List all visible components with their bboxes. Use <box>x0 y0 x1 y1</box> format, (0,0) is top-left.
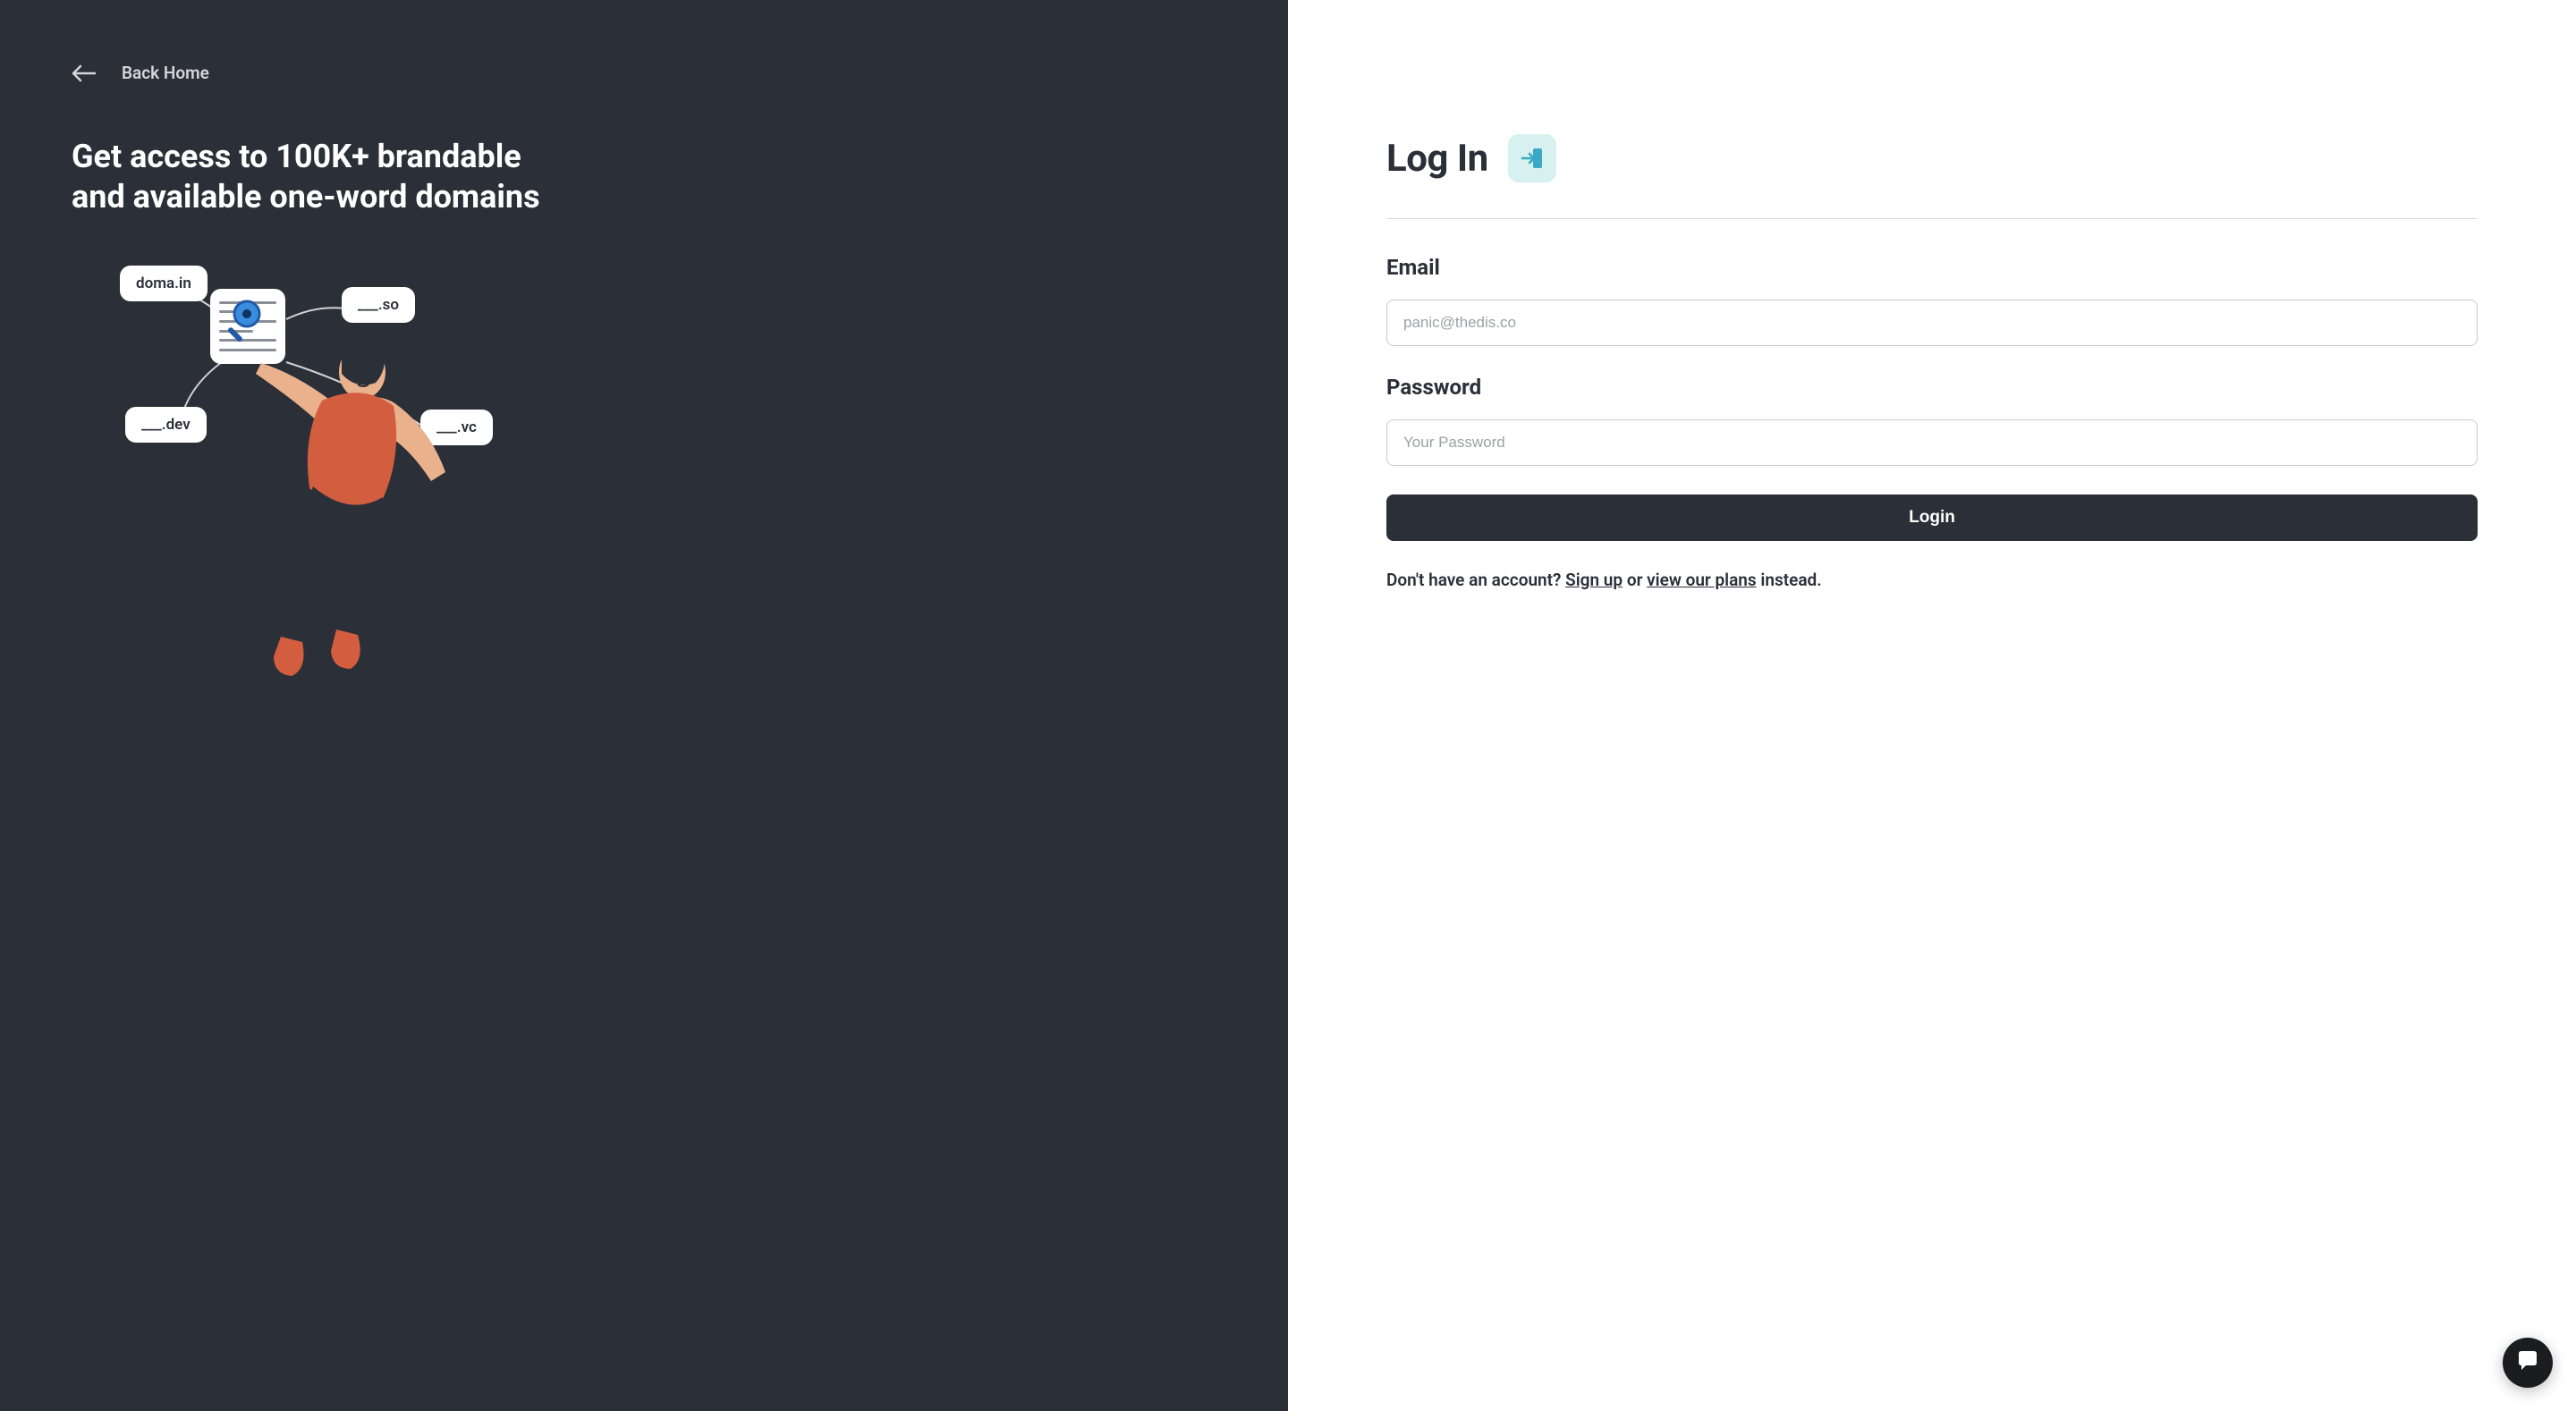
left-panel: Back Home Get access to 100K+ brandable … <box>0 0 1288 1411</box>
back-home-label: Back Home <box>122 63 209 83</box>
signup-suffix: instead. <box>1757 570 1822 590</box>
signup-row: Don't have an account? Sign up or view o… <box>1386 570 2478 590</box>
person-illustration <box>224 338 456 714</box>
hero-illustration: doma.in ___.so ___.dev ___.vc <box>72 253 537 718</box>
login-icon <box>1508 134 1556 182</box>
email-input[interactable] <box>1386 300 2478 346</box>
login-button[interactable]: Login <box>1386 494 2478 541</box>
signup-middle: or <box>1623 570 1647 590</box>
email-label: Email <box>1386 255 2478 280</box>
plans-link[interactable]: view our plans <box>1647 570 1757 590</box>
password-input[interactable] <box>1386 419 2478 466</box>
right-panel: Log In Email Password Login Don't have a… <box>1288 0 2576 1411</box>
page-title: Log In <box>1386 137 1488 181</box>
signup-prefix: Don't have an account? <box>1386 570 1565 590</box>
arrow-left-icon <box>72 64 97 82</box>
bubble-dev: ___.dev <box>125 407 207 443</box>
bubble-so: ___.so <box>342 287 415 323</box>
password-label: Password <box>1386 375 2478 400</box>
magnifier-icon <box>225 296 272 342</box>
signup-link[interactable]: Sign up <box>1565 570 1623 590</box>
chat-widget-button[interactable] <box>2503 1338 2553 1388</box>
title-row: Log In <box>1386 134 2478 182</box>
back-home-link[interactable]: Back Home <box>72 63 209 83</box>
hero-heading: Get access to 100K+ brandable and availa… <box>72 137 572 217</box>
divider <box>1386 218 2478 219</box>
bubble-domain: doma.in <box>120 266 208 301</box>
chat-icon <box>2515 1348 2540 1377</box>
